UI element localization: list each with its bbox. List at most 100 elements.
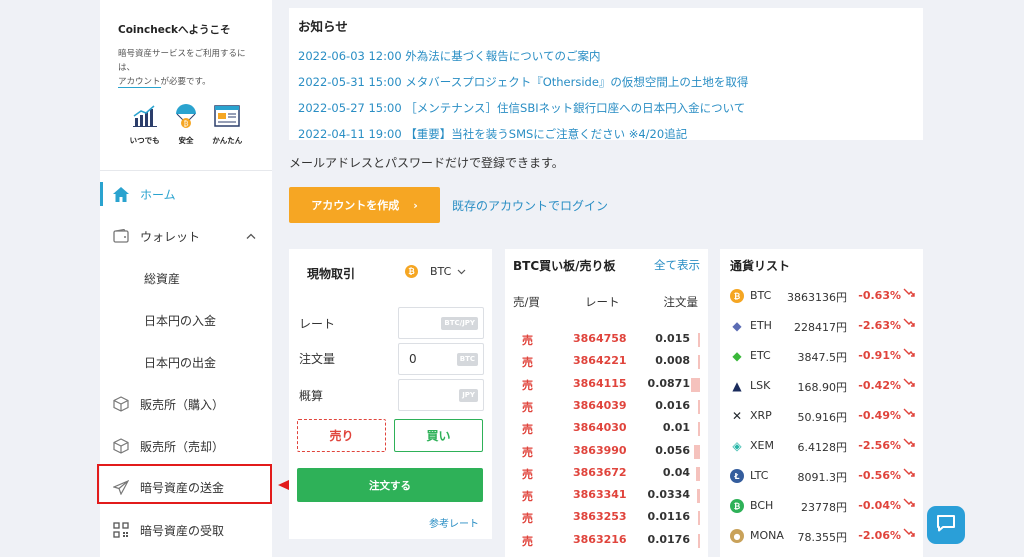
lsk-icon: ▲ [732, 379, 742, 393]
wallet-icon [112, 227, 130, 245]
currency-symbol: BTC [750, 289, 772, 302]
order-price: 3864030 [573, 421, 627, 435]
news-item[interactable]: 2022-06-03 12:00 外為法に基づく報告についてのご案内 [298, 43, 914, 69]
nav-shop-sell[interactable]: 販売所（売却） [100, 426, 272, 466]
table-row[interactable]: 売 3863216 0.0176 [505, 530, 708, 552]
currency-symbol: LTC [750, 469, 769, 482]
welcome-text-2: が必要です。 [160, 77, 211, 87]
list-item[interactable]: ▲ LSK 168.90円 -0.42% [720, 371, 923, 401]
volume-bar [698, 533, 700, 548]
currency-change: -0.04% [858, 499, 901, 512]
order-button[interactable]: 注文する [297, 468, 483, 502]
volume-bar [696, 466, 700, 481]
order-amount: 0.04 [662, 465, 690, 479]
buy-button[interactable]: 買い [394, 419, 483, 452]
nav-jpy-deposit[interactable]: 日本円の入金 [100, 300, 272, 340]
trend-down-icon [903, 317, 915, 332]
currency-change: -0.91% [858, 349, 901, 362]
welcome-text-1: 暗号資産サービスをご利用するには、 [118, 49, 246, 73]
volume-bar [694, 444, 700, 459]
welcome-panel: Coincheckへようこそ 暗号資産サービスをご利用するには、 アカウントが必要… [100, 0, 272, 146]
news-item[interactable]: 2022-05-27 15:00 ［メンテナンス］住信SBIネット銀行口座への日… [298, 95, 914, 121]
trend-down-icon [903, 437, 915, 452]
news-title: お知らせ [298, 19, 348, 34]
order-amount: 0.0116 [647, 510, 690, 524]
currency-change: -2.56% [858, 439, 901, 452]
trend-down-icon [903, 407, 915, 422]
signup-text: メールアドレスとパスワードだけで登録できます。 [289, 156, 564, 170]
currency-price: 8091.3円 [797, 471, 848, 484]
table-row[interactable]: 売 3864039 0.016 [505, 396, 708, 418]
order-side: 売 [522, 490, 533, 504]
trade-title: 現物取引 [307, 267, 356, 281]
coin-selector-label: BTC [430, 265, 452, 278]
highlight-box [97, 464, 272, 504]
order-price: 3863990 [573, 443, 627, 457]
currency-symbol: XEM [750, 439, 774, 452]
coin-selector[interactable]: ₿ BTC [405, 265, 466, 278]
chevron-down-icon [457, 265, 466, 278]
account-link[interactable]: アカウント [118, 77, 161, 88]
estimate-input[interactable]: JPY [398, 379, 484, 411]
volume-bar [698, 399, 700, 414]
order-side: 売 [522, 378, 533, 392]
nav-shop-buy[interactable]: 販売所（購入） [100, 384, 272, 424]
order-price: 3864221 [573, 354, 627, 368]
list-item[interactable]: ● MONA 78.355円 -2.06% [720, 521, 923, 551]
show-all-link[interactable]: 全て表示 [654, 257, 700, 273]
table-row[interactable]: 売 3863672 0.04 [505, 463, 708, 485]
order-book-title: BTC買い板/売り板 [513, 259, 616, 273]
list-item[interactable]: ◆ ETH 228417円 -2.63% [720, 311, 923, 341]
news-item[interactable]: 2022-05-31 15:00 メタバースプロジェクト『Otherside』の… [298, 69, 914, 95]
nav-wallet[interactable]: ウォレット [100, 216, 272, 256]
list-item[interactable]: ₿ BCH 23778円 -0.04% [720, 491, 923, 521]
order-book-panel: BTC買い板/売り板 全て表示 売/買 レート 注文量 売 3864758 0.01… [505, 249, 708, 557]
currency-price: 228417円 [794, 321, 847, 334]
news-item[interactable]: 2022-04-11 19:00 【重要】当社を装うSMSにご注意ください ※4… [298, 121, 914, 147]
nav-home[interactable]: ホーム [100, 174, 272, 214]
feature-label: いつでも [129, 136, 160, 145]
nav-jpy-withdraw-label: 日本円の出金 [144, 355, 217, 370]
feature-label: 安全 [178, 136, 194, 145]
chat-button[interactable] [927, 506, 965, 544]
trend-down-icon [903, 467, 915, 482]
table-row[interactable]: 売 3864115 0.0871 [505, 374, 708, 396]
nav-jpy-withdraw[interactable]: 日本円の出金 [100, 342, 272, 382]
trend-down-icon [903, 287, 915, 302]
table-row[interactable]: 売 3863990 0.056 [505, 441, 708, 463]
order-price: 3863672 [573, 465, 627, 479]
rate-input[interactable]: BTC/JPY [398, 307, 484, 339]
currency-change: -2.63% [858, 319, 901, 332]
feature-easy: かんたん [207, 103, 248, 146]
table-row[interactable]: 売 3864221 0.008 [505, 351, 708, 373]
list-item[interactable]: ₿ BTC 3863136円 -0.63% [720, 281, 923, 311]
chat-bubble-icon [936, 514, 956, 536]
list-item[interactable]: Ł LTC 8091.3円 -0.56% [720, 461, 923, 491]
chevron-up-icon[interactable] [246, 228, 256, 242]
table-row[interactable]: 売 3863341 0.0334 [505, 485, 708, 507]
reference-rate-link[interactable]: 参考レート [429, 515, 479, 530]
order-amount: 0.008 [655, 354, 690, 368]
nav-wallet-label: ウォレット [140, 229, 201, 244]
table-row[interactable]: 売 3863253 0.0116 [505, 507, 708, 529]
list-item[interactable]: ✕ XRP 50.916円 -0.49% [720, 401, 923, 431]
nav-crypto-receive[interactable]: 暗号資産の受取 [100, 510, 272, 550]
order-side: 売 [522, 512, 533, 526]
order-price: 3863253 [573, 510, 627, 524]
login-link[interactable]: 既存のアカウントでログイン [452, 197, 608, 214]
estimate-label: 概算 [299, 389, 324, 403]
table-row[interactable]: 売 3864758 0.015 [505, 329, 708, 351]
amount-input[interactable]: 0 BTC [398, 343, 484, 375]
currency-price: 3863136円 [787, 291, 847, 304]
mona-icon: ● [730, 529, 744, 543]
estimate-unit: JPY [459, 389, 478, 402]
order-price: 3864115 [573, 376, 627, 390]
currency-change: -0.56% [858, 469, 901, 482]
list-item[interactable]: ◈ XEM 6.4128円 -2.56% [720, 431, 923, 461]
create-account-button[interactable]: アカウントを作成 › [289, 187, 440, 223]
list-item[interactable]: ◆ ETC 3847.5円 -0.91% [720, 341, 923, 371]
table-row[interactable]: 売 3864030 0.01 [505, 418, 708, 440]
nav-total-assets[interactable]: 総資産 [100, 258, 272, 298]
sell-button[interactable]: 売り [297, 419, 386, 452]
order-price: 3864039 [573, 398, 627, 412]
